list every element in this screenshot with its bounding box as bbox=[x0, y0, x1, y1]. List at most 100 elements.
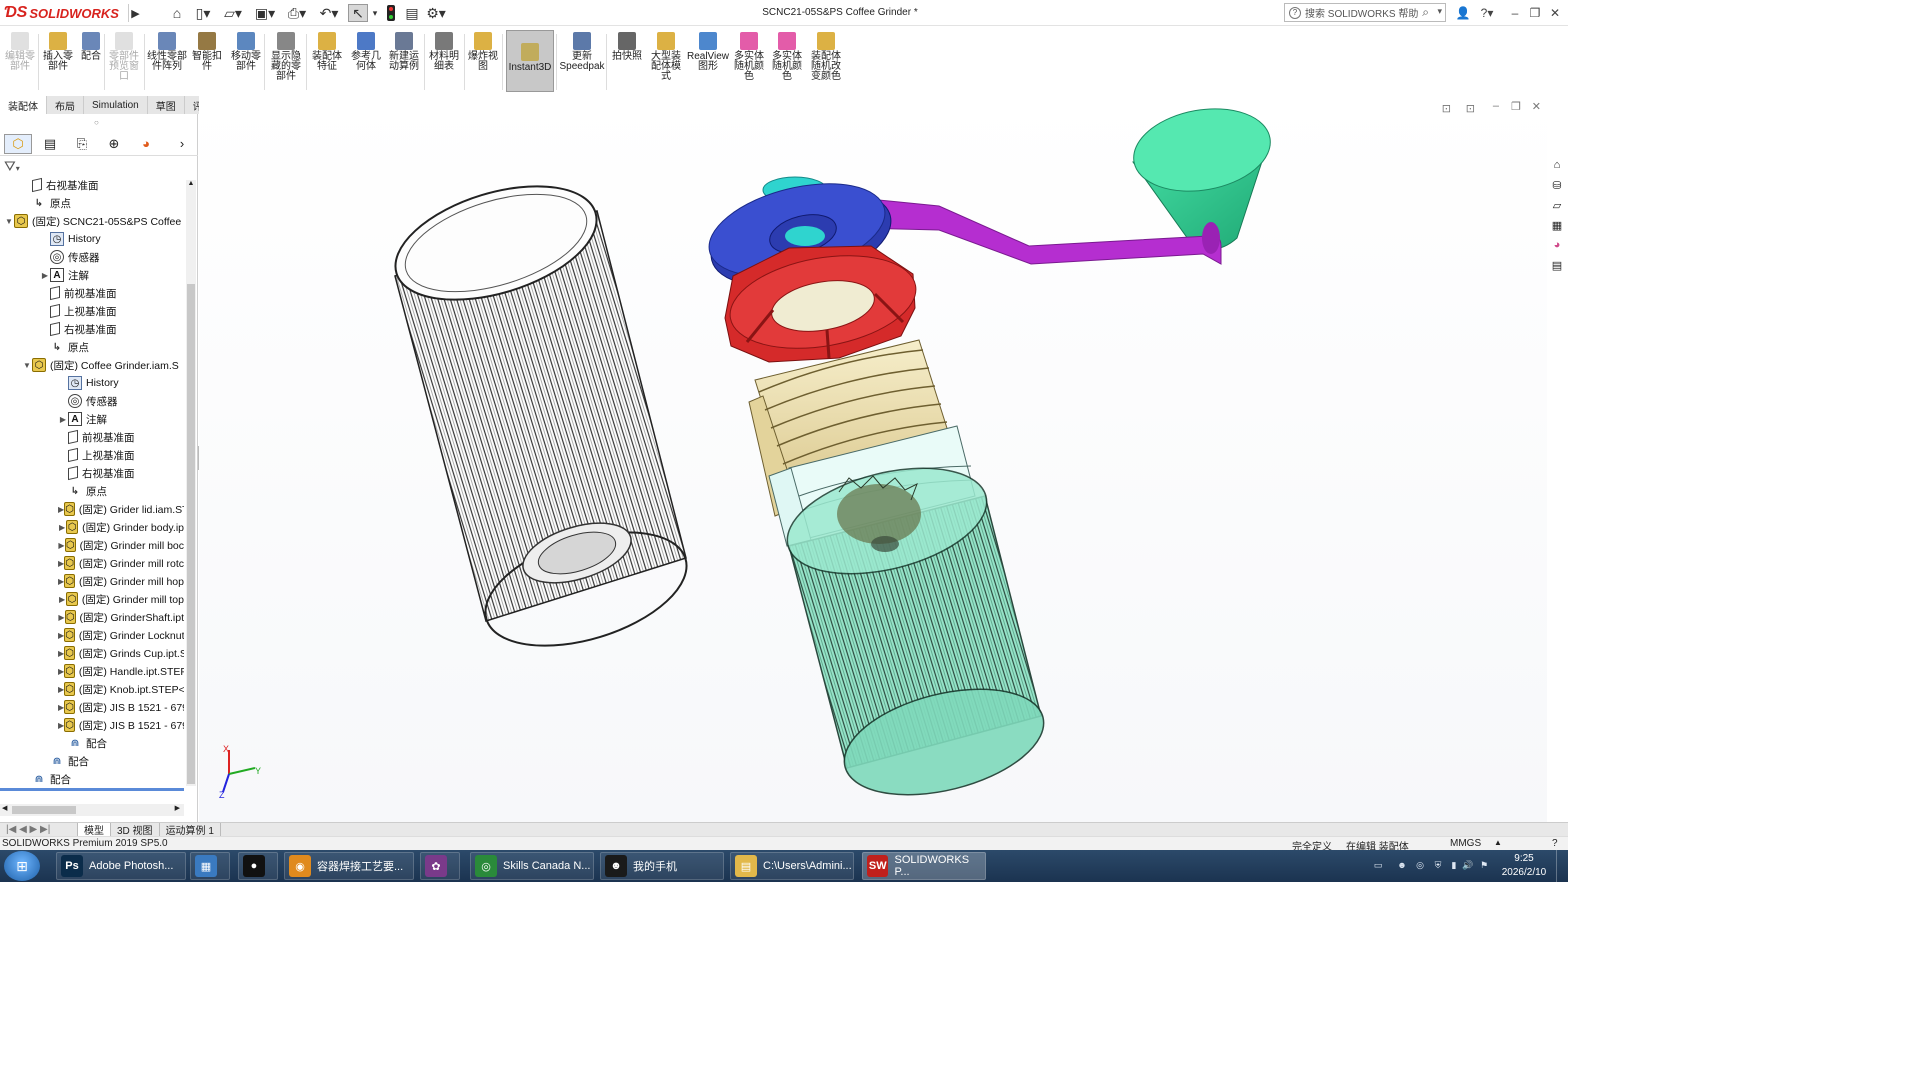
status-units[interactable]: MMGS bbox=[1450, 838, 1481, 849]
green-grinds-cup-part[interactable] bbox=[776, 450, 1054, 814]
home-icon[interactable]: ⌂ bbox=[168, 4, 186, 22]
cmd-button-10[interactable]: 新建运 动算例 bbox=[386, 32, 422, 72]
tree-item[interactable]: ▶ ⬡ (固定) Knob.ipt.STEP< bbox=[0, 680, 184, 698]
expand-arrow-icon[interactable]: ▶ bbox=[58, 523, 66, 532]
tray-flag-icon[interactable]: ⚑ bbox=[1478, 859, 1490, 871]
collapse-arrow-icon[interactable]: ▼ bbox=[22, 361, 32, 370]
tree-item[interactable]: ▶ A 注解 bbox=[0, 410, 184, 428]
solidworks-resources-icon[interactable]: ⌂ bbox=[1548, 156, 1566, 174]
tree-item[interactable]: ▼ ⬡ (固定) SCNC21-05S&PS Coffee bbox=[0, 212, 184, 230]
filter-icon[interactable]: ⛛▾ bbox=[4, 158, 20, 175]
expand-arrow-icon[interactable]: ▶ bbox=[58, 541, 65, 550]
menu-expand-icon[interactable]: ▶ bbox=[128, 4, 142, 22]
taskbar-item-6[interactable]: ☻ 我的手机 bbox=[600, 852, 724, 880]
graphics-area[interactable]: ⊡ ⊡ – ❐ ✕ X Y Z bbox=[199, 96, 1547, 822]
tab-0[interactable]: 装配体 bbox=[0, 96, 47, 114]
taskbar-item-4[interactable]: ✿ bbox=[420, 852, 460, 880]
taskbar-item-0[interactable]: Ps Adobe Photosh... bbox=[56, 852, 186, 880]
configurationmanager-tab-icon[interactable]: ⎘ bbox=[68, 134, 96, 154]
tree-item[interactable]: 右视基准面 bbox=[0, 176, 184, 194]
displaymanager-tab-icon[interactable]: ◕ bbox=[132, 134, 160, 154]
save-icon[interactable]: ▣▾ bbox=[254, 4, 276, 22]
tree-vertical-scrollbar[interactable]: ▲ bbox=[186, 180, 196, 786]
cmd-button-15[interactable]: 拍快照 bbox=[610, 32, 644, 62]
bottom-tab-1[interactable]: 3D 视图 bbox=[111, 822, 160, 837]
cmd-button-20[interactable]: 装配体 随机改 变颜色 bbox=[808, 32, 844, 82]
tree-item[interactable]: ▶ A 注解 bbox=[0, 266, 184, 284]
tree-item[interactable]: ↳ 原点 bbox=[0, 338, 184, 356]
cmd-button-7[interactable]: 显示隐 藏的零 部件 bbox=[268, 32, 304, 82]
tree-item[interactable]: ▶ ⬡ (固定) Grinder body.ip bbox=[0, 518, 184, 536]
tree-item[interactable]: 右视基准面 bbox=[0, 464, 184, 482]
tray-app-icon[interactable]: ◎ bbox=[1414, 859, 1426, 871]
cmd-button-1[interactable]: 插入零 部件 bbox=[40, 32, 76, 72]
knob-part[interactable] bbox=[1127, 99, 1277, 251]
cmd-button-11[interactable]: 材料明 细表 bbox=[426, 32, 462, 72]
cmd-button-14[interactable]: 更新 Speedpak bbox=[559, 32, 605, 72]
cmd-button-18[interactable]: 多实体 随机颜 色 bbox=[732, 32, 766, 82]
model-canvas[interactable]: X Y Z bbox=[199, 96, 1547, 822]
tree-item[interactable]: ◷ History bbox=[0, 374, 184, 392]
collapse-arrow-icon[interactable]: ▼ bbox=[4, 217, 14, 226]
tree-item[interactable]: ⋒ 配合 bbox=[0, 752, 184, 770]
tray-network-icon[interactable]: ▮ bbox=[1448, 859, 1460, 871]
restore-icon[interactable]: ❐ bbox=[1526, 4, 1544, 22]
search-icon[interactable]: ⌕ bbox=[1422, 5, 1429, 20]
cmd-button-4[interactable]: 线性零部 件阵列 bbox=[146, 32, 188, 72]
options-icon[interactable]: ⚙▾ bbox=[424, 4, 448, 22]
tree-item[interactable]: ↳ 原点 bbox=[0, 194, 184, 212]
cmd-button-16[interactable]: 大型装 配体模 式 bbox=[648, 32, 684, 82]
custom-properties-icon[interactable]: ▤ bbox=[1548, 256, 1566, 274]
status-help-icon[interactable]: ? bbox=[1552, 838, 1558, 849]
featuremanager-tab-icon[interactable]: ⬡ bbox=[4, 133, 32, 154]
dimxpert-tab-icon[interactable]: ⊕ bbox=[100, 134, 128, 154]
rebuild-icon[interactable] bbox=[384, 4, 398, 22]
help-icon[interactable]: ?▾ bbox=[1474, 4, 1500, 22]
tab-3[interactable]: 草图 bbox=[147, 96, 185, 114]
scroll-right-icon[interactable]: ▶ bbox=[175, 804, 180, 812]
tree-item[interactable]: ⋒ 配合 bbox=[0, 734, 184, 752]
tree-item[interactable]: ▶ ⬡ (固定) Handle.ipt.STEP bbox=[0, 662, 184, 680]
tab-2[interactable]: Simulation bbox=[84, 96, 148, 114]
tree-item[interactable]: ▶ ⬡ (固定) Grider lid.iam.ST bbox=[0, 500, 184, 518]
taskbar-item-5[interactable]: ◎ Skills Canada N... bbox=[470, 852, 594, 880]
tree-item[interactable]: ▶ ⬡ (固定) Grinder mill top bbox=[0, 590, 184, 608]
taskbar-item-7[interactable]: ▤ C:\Users\Admini... bbox=[730, 852, 854, 880]
bottom-tab-0[interactable]: 模型 bbox=[78, 822, 111, 837]
design-library-icon[interactable]: ⛁ bbox=[1548, 176, 1566, 194]
cmd-button-3[interactable]: 零部件 预览窗 口 bbox=[106, 32, 142, 82]
expand-arrow-icon[interactable]: ▶ bbox=[58, 415, 68, 424]
tray-security-icon[interactable]: ⛨ bbox=[1432, 859, 1444, 871]
tree-item[interactable]: ▶ ⬡ (固定) Grinder mill boc bbox=[0, 536, 184, 554]
tree-item[interactable]: ↳ 原点 bbox=[0, 482, 184, 500]
more-tabs-icon[interactable]: › bbox=[168, 134, 196, 154]
tree-item[interactable]: 上视基准面 bbox=[0, 302, 184, 320]
tray-qq-icon[interactable]: ☻ bbox=[1396, 859, 1408, 871]
taskbar-item-3[interactable]: ◉ 容器焊接工艺要... bbox=[284, 852, 414, 880]
file-explorer-icon[interactable]: ▱ bbox=[1548, 196, 1566, 214]
tab-navigation-arrows-icon[interactable]: |◀ ◀ ▶ ▶| bbox=[0, 822, 78, 837]
cmd-button-6[interactable]: 移动零 部件 bbox=[228, 32, 264, 72]
grinds-cup-wireframe[interactable] bbox=[382, 165, 700, 667]
view-palette-icon[interactable]: ▦ bbox=[1548, 216, 1566, 234]
panel-grip-icon[interactable]: ○ bbox=[94, 118, 99, 127]
tree-item[interactable]: ▶ ⬡ (固定) Grinder Locknut bbox=[0, 626, 184, 644]
cmd-button-5[interactable]: 智能扣 件 bbox=[190, 32, 224, 72]
taskbar-clock[interactable]: 9:25 2026/2/10 bbox=[1496, 852, 1552, 880]
tray-volume-icon[interactable]: 🔊 bbox=[1462, 859, 1474, 871]
scroll-left-icon[interactable]: ◀ bbox=[2, 804, 7, 812]
tree-item[interactable]: ◷ History bbox=[0, 230, 184, 248]
tree-item[interactable]: ⋒ 配合 bbox=[0, 770, 184, 788]
new-document-icon[interactable]: ▯▾ bbox=[192, 4, 214, 22]
print-icon[interactable]: ⎙▾ bbox=[286, 4, 308, 22]
cmd-button-13[interactable]: Instant3D bbox=[506, 30, 554, 92]
bottom-tab-2[interactable]: 运动算例 1 bbox=[160, 822, 221, 837]
units-dropdown-icon[interactable]: ▲ bbox=[1494, 838, 1502, 847]
taskbar-item-1[interactable]: ▦ bbox=[190, 852, 230, 880]
start-button-icon[interactable]: ⊞ bbox=[4, 851, 40, 881]
tree-item[interactable]: ▶ ⬡ (固定) JIS B 1521 - 679 bbox=[0, 698, 184, 716]
show-desktop-button[interactable] bbox=[1556, 850, 1568, 882]
tree-item[interactable]: ▶ ⬡ (固定) Grinder mill rotc bbox=[0, 554, 184, 572]
propertymanager-tab-icon[interactable]: ▤ bbox=[36, 134, 64, 154]
close-icon[interactable]: ✕ bbox=[1546, 4, 1564, 22]
